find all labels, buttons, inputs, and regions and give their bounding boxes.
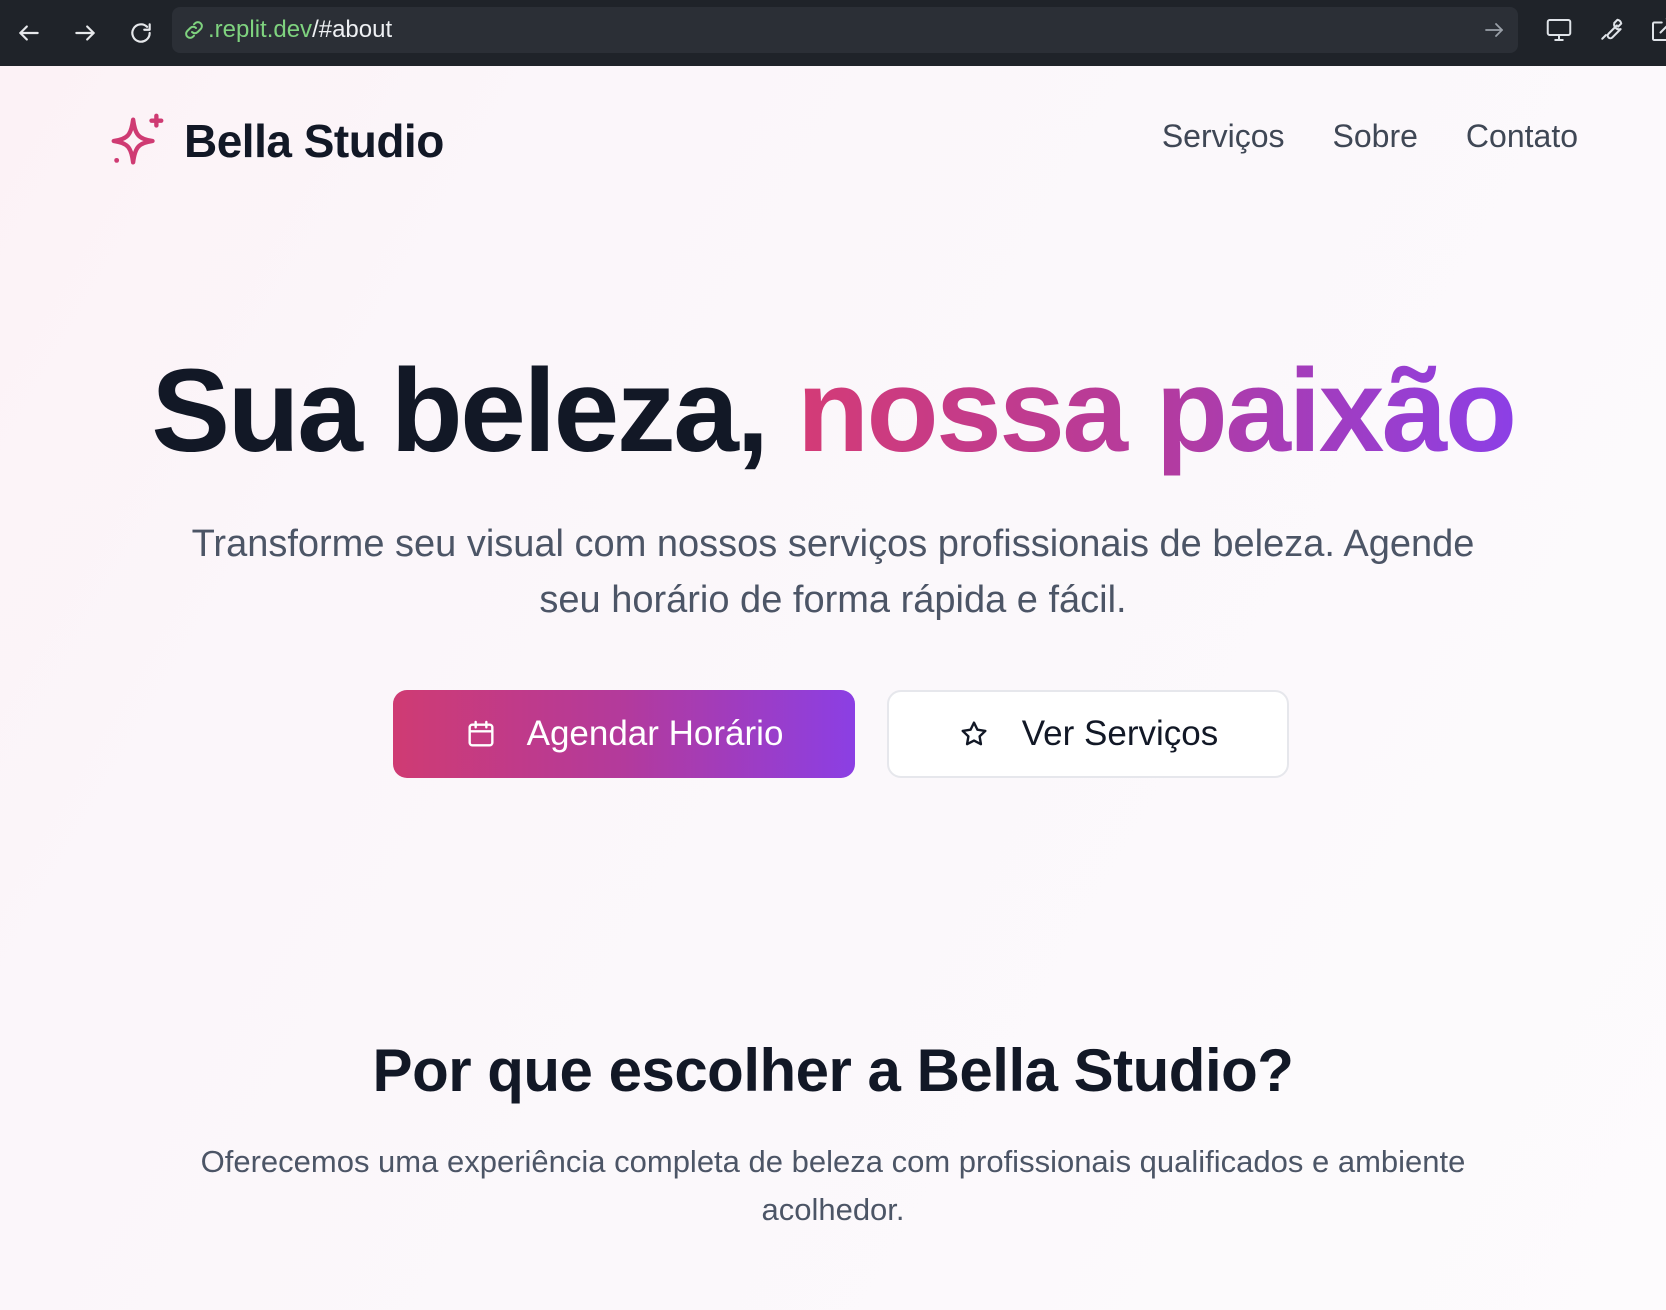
nav-link-servicos[interactable]: Serviços bbox=[1162, 118, 1285, 155]
brand-name: Bella Studio bbox=[184, 115, 444, 167]
toolbar-actions bbox=[1544, 10, 1666, 50]
cta-row: Agendar Horário Ver Serviços bbox=[0, 690, 1666, 780]
browser-toolbar: .replit.dev/#about bbox=[0, 0, 1666, 66]
reload-button[interactable] bbox=[113, 5, 169, 61]
external-link-icon[interactable] bbox=[1648, 15, 1666, 45]
nav-link-sobre[interactable]: Sobre bbox=[1333, 118, 1418, 155]
nav-link-contato[interactable]: Contato bbox=[1466, 118, 1578, 155]
why-section-title: Por que escolher a Bella Studio? bbox=[372, 1037, 1294, 1104]
wrench-icon[interactable] bbox=[1596, 15, 1626, 45]
view-services-button[interactable]: Ver Serviços bbox=[887, 690, 1289, 778]
sparkles-icon bbox=[111, 113, 164, 165]
main-nav: Serviços Sobre Contato bbox=[1162, 118, 1578, 155]
url-host: .replit.dev bbox=[208, 16, 313, 43]
book-appointment-button[interactable]: Agendar Horário bbox=[393, 690, 855, 778]
why-section-subtitle: Oferecemos uma experiência completa de b… bbox=[200, 1144, 1466, 1227]
address-bar[interactable]: .replit.dev/#about bbox=[172, 7, 1518, 53]
forward-button[interactable] bbox=[57, 5, 113, 61]
view-services-label: Ver Serviços bbox=[1021, 714, 1219, 753]
brand-logo[interactable]: Bella Studio bbox=[106, 110, 444, 172]
site-header: Bella Studio Serviços Sobre Contato bbox=[0, 66, 1666, 206]
back-button[interactable] bbox=[1, 5, 57, 61]
go-arrow-icon[interactable] bbox=[1482, 18, 1506, 42]
star-icon bbox=[961, 721, 987, 746]
hero-title: Sua beleza, nossa paixão bbox=[0, 341, 1666, 483]
monitor-icon[interactable] bbox=[1544, 15, 1574, 45]
hero-title-highlight: nossa paixão bbox=[796, 345, 1517, 477]
arrow-left-icon bbox=[19, 25, 39, 41]
calendar-icon bbox=[468, 720, 494, 747]
url-path: /#about bbox=[312, 16, 393, 43]
page: Bella Studio Serviços Sobre Contato Sua … bbox=[0, 66, 1666, 1310]
hero-title-plain: Sua beleza, bbox=[151, 345, 797, 477]
book-appointment-label: Agendar Horário bbox=[526, 714, 784, 753]
arrow-right-icon bbox=[75, 25, 95, 41]
link-icon bbox=[185, 21, 203, 39]
reload-icon bbox=[131, 23, 151, 43]
hero-subtitle: Transforme seu visual com nossos serviço… bbox=[191, 523, 1475, 621]
